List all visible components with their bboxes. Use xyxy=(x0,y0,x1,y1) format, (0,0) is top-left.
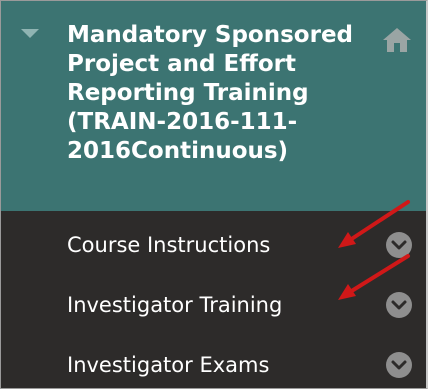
menu-item-label[interactable]: Investigator Exams xyxy=(67,352,269,378)
triangle-down-icon[interactable] xyxy=(13,17,47,51)
chevron-down-circle-icon[interactable] xyxy=(385,231,413,259)
course-menu-panel: Mandatory Sponsored Project and Effort R… xyxy=(0,0,428,389)
home-icon[interactable] xyxy=(382,27,412,53)
course-title[interactable]: Mandatory Sponsored Project and Effort R… xyxy=(67,21,379,166)
chevron-down-circle-icon[interactable] xyxy=(385,291,413,319)
menu-item-label[interactable]: Investigator Training xyxy=(67,292,282,318)
menu-item-label[interactable]: Course Instructions xyxy=(67,232,270,258)
menu-item-investigator-exams[interactable]: Investigator Exams xyxy=(1,335,426,388)
course-menu-list: Course Instructions Investigator Trainin… xyxy=(1,211,426,388)
menu-item-investigator-training[interactable]: Investigator Training xyxy=(1,275,426,335)
course-header: Mandatory Sponsored Project and Effort R… xyxy=(1,1,426,211)
menu-item-course-instructions[interactable]: Course Instructions xyxy=(1,215,426,275)
chevron-down-circle-icon[interactable] xyxy=(385,351,413,379)
